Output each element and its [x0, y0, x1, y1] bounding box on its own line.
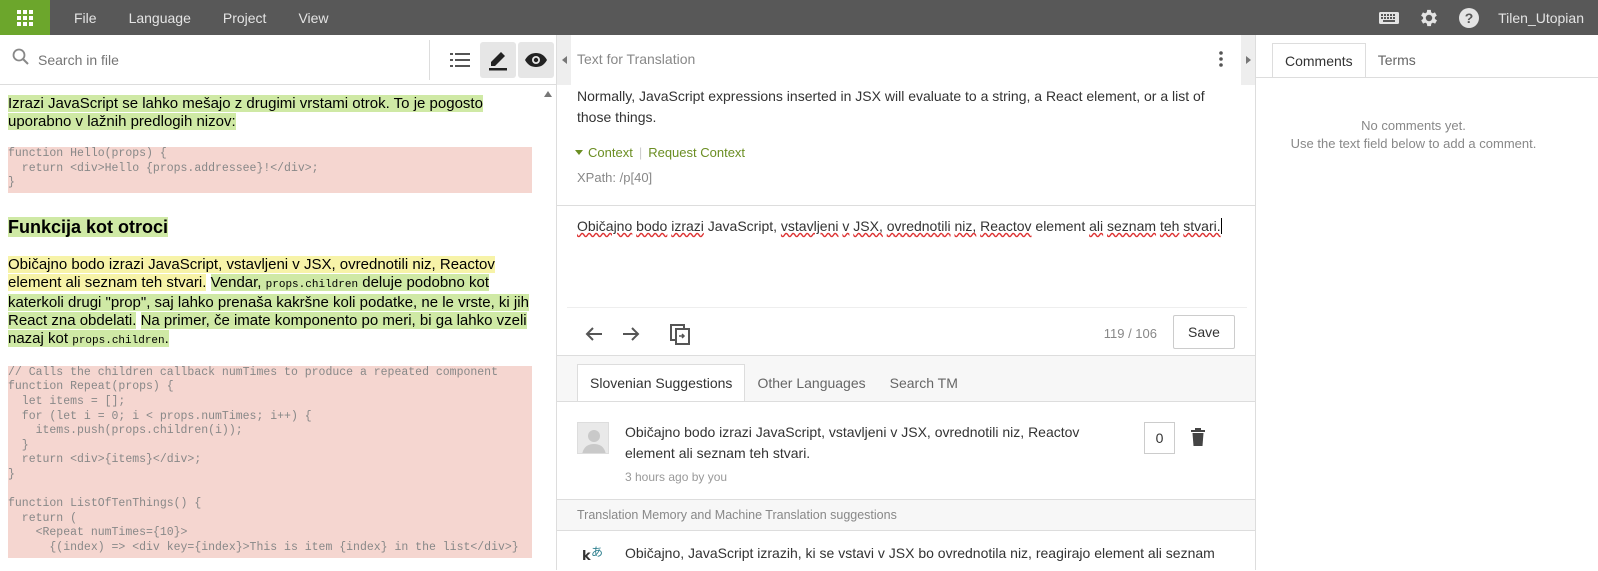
svg-text:k: k [582, 549, 591, 563]
help-icon[interactable]: ? [1458, 7, 1480, 29]
save-button[interactable]: Save [1173, 315, 1235, 349]
pencil-icon [489, 52, 507, 71]
tm-suggestion-text[interactable]: Običajno, JavaScript izrazih, ki se vsta… [625, 545, 1225, 561]
empty-comments-message: No comments yet. Use the text field belo… [1256, 117, 1571, 153]
doc-paragraph[interactable]: Izrazi JavaScript se lahko mešajo z drug… [8, 95, 532, 131]
tab-comments[interactable]: Comments [1272, 43, 1366, 78]
tab-slovenian-suggestions[interactable]: Slovenian Suggestions [577, 364, 746, 401]
suggestion-list: Običajno bodo izrazi JavaScript, vstavlj… [557, 401, 1255, 571]
suggestion-meta: 3 hours ago by you [625, 470, 728, 484]
trash-icon[interactable] [1190, 428, 1206, 451]
context-toggle[interactable]: Context [588, 145, 633, 160]
doc-toolbar [429, 35, 556, 85]
divider [1256, 77, 1598, 78]
svg-text:?: ? [1465, 10, 1474, 26]
next-segment-button[interactable] [618, 321, 644, 347]
tab-terms[interactable]: Terms [1366, 43, 1428, 77]
menu-project[interactable]: Project [223, 10, 267, 26]
gear-icon[interactable] [1418, 7, 1440, 29]
machine-translation-icon: kあ [582, 545, 606, 568]
search-input[interactable] [38, 51, 398, 68]
doc-code-block: function Hello(props) { return <div>Hell… [8, 147, 532, 193]
menu-language[interactable]: Language [129, 10, 191, 26]
menu-file[interactable]: File [74, 10, 97, 26]
preview-mode-button[interactable] [518, 42, 554, 78]
suggestion-tabs: Slovenian Suggestions Other Languages Se… [577, 364, 970, 401]
collapse-right-button[interactable] [1241, 35, 1255, 85]
tab-search-tm[interactable]: Search TM [878, 364, 970, 401]
translated-heading[interactable]: Funkcija kot otroci [8, 216, 169, 237]
top-bar: File Language Project View ? Tilen_Utopi… [0, 0, 1598, 35]
copy-source-button[interactable] [667, 321, 693, 347]
menu-view[interactable]: View [298, 10, 328, 26]
chevron-right-icon [1245, 56, 1251, 64]
apps-grid-button[interactable] [0, 0, 50, 35]
user-name[interactable]: Tilen_Utopian [1498, 10, 1584, 26]
edit-mode-button[interactable] [480, 42, 516, 78]
copy-icon [670, 324, 690, 345]
search-bar [0, 35, 556, 85]
keyboard-icon[interactable] [1378, 7, 1400, 29]
tab-other-languages[interactable]: Other Languages [745, 364, 877, 401]
translation-editor: Text for Translation Normally, JavaScrip… [557, 35, 1255, 571]
translated-segment[interactable]: Izrazi JavaScript se lahko mešajo z drug… [8, 95, 483, 130]
suggestions-panel: Slovenian Suggestions Other Languages Se… [557, 355, 1255, 571]
empty-comments-line: No comments yet. [1361, 118, 1466, 133]
doc-paragraph[interactable]: Običajno bodo izrazi JavaScript, vstavlj… [8, 255, 532, 350]
translation-input[interactable]: Običajno bodo izrazi JavaScript, vstavlj… [577, 218, 1237, 234]
caret-down-icon [575, 150, 583, 155]
top-right-controls: ? Tilen_Utopian [1360, 0, 1584, 35]
list-icon [450, 53, 470, 67]
main-menu: File Language Project View [74, 10, 361, 26]
xpath-label: XPath: /p[40] [577, 170, 653, 185]
scroll-up-arrow-icon[interactable] [544, 91, 552, 97]
document-preview: Izrazi JavaScript se lahko mešajo z drug… [0, 95, 540, 570]
document-pane: Izrazi JavaScript se lahko mešajo z drug… [0, 35, 557, 570]
eye-icon [525, 53, 547, 67]
doc-scrollbar[interactable] [541, 85, 556, 570]
list-view-button[interactable] [442, 42, 478, 78]
doc-heading[interactable]: Funkcija kot otroci [8, 216, 540, 238]
arrow-right-icon [623, 327, 640, 341]
svg-text:あ: あ [591, 545, 603, 559]
text-cursor [1220, 218, 1222, 234]
chevron-left-icon [561, 56, 567, 64]
editor-actions: 119 / 106 Save [557, 315, 1255, 355]
character-counter: 119 / 106 [1103, 326, 1157, 341]
side-tabs: Comments Terms [1272, 43, 1428, 85]
arrow-left-icon [585, 327, 602, 341]
divider [567, 307, 1247, 308]
divider [557, 205, 1255, 206]
context-row: Context | Request Context [575, 145, 745, 160]
toolbar-divider [429, 40, 430, 80]
tm-section-header: Translation Memory and Machine Translati… [557, 499, 1255, 531]
previous-segment-button[interactable] [581, 321, 607, 347]
grid-icon [17, 9, 33, 26]
source-text: Normally, JavaScript expressions inserte… [577, 88, 1205, 125]
more-options-icon[interactable] [1219, 51, 1223, 72]
collapse-left-button[interactable] [557, 35, 571, 85]
search-icon [12, 48, 30, 71]
request-context-link[interactable]: Request Context [648, 145, 745, 160]
user-icon [582, 430, 606, 453]
doc-code-block: // Calls the children callback numTimes … [8, 365, 532, 558]
avatar [577, 422, 609, 454]
vote-count[interactable]: 0 [1144, 422, 1175, 454]
side-panel: Comments Terms No comments yet. Use the … [1255, 35, 1598, 570]
empty-comments-hint: Use the text field below to add a commen… [1290, 136, 1537, 151]
suggestion-text[interactable]: Običajno bodo izrazi JavaScript, vstavlj… [625, 422, 1095, 464]
source-header: Text for Translation [577, 51, 696, 67]
